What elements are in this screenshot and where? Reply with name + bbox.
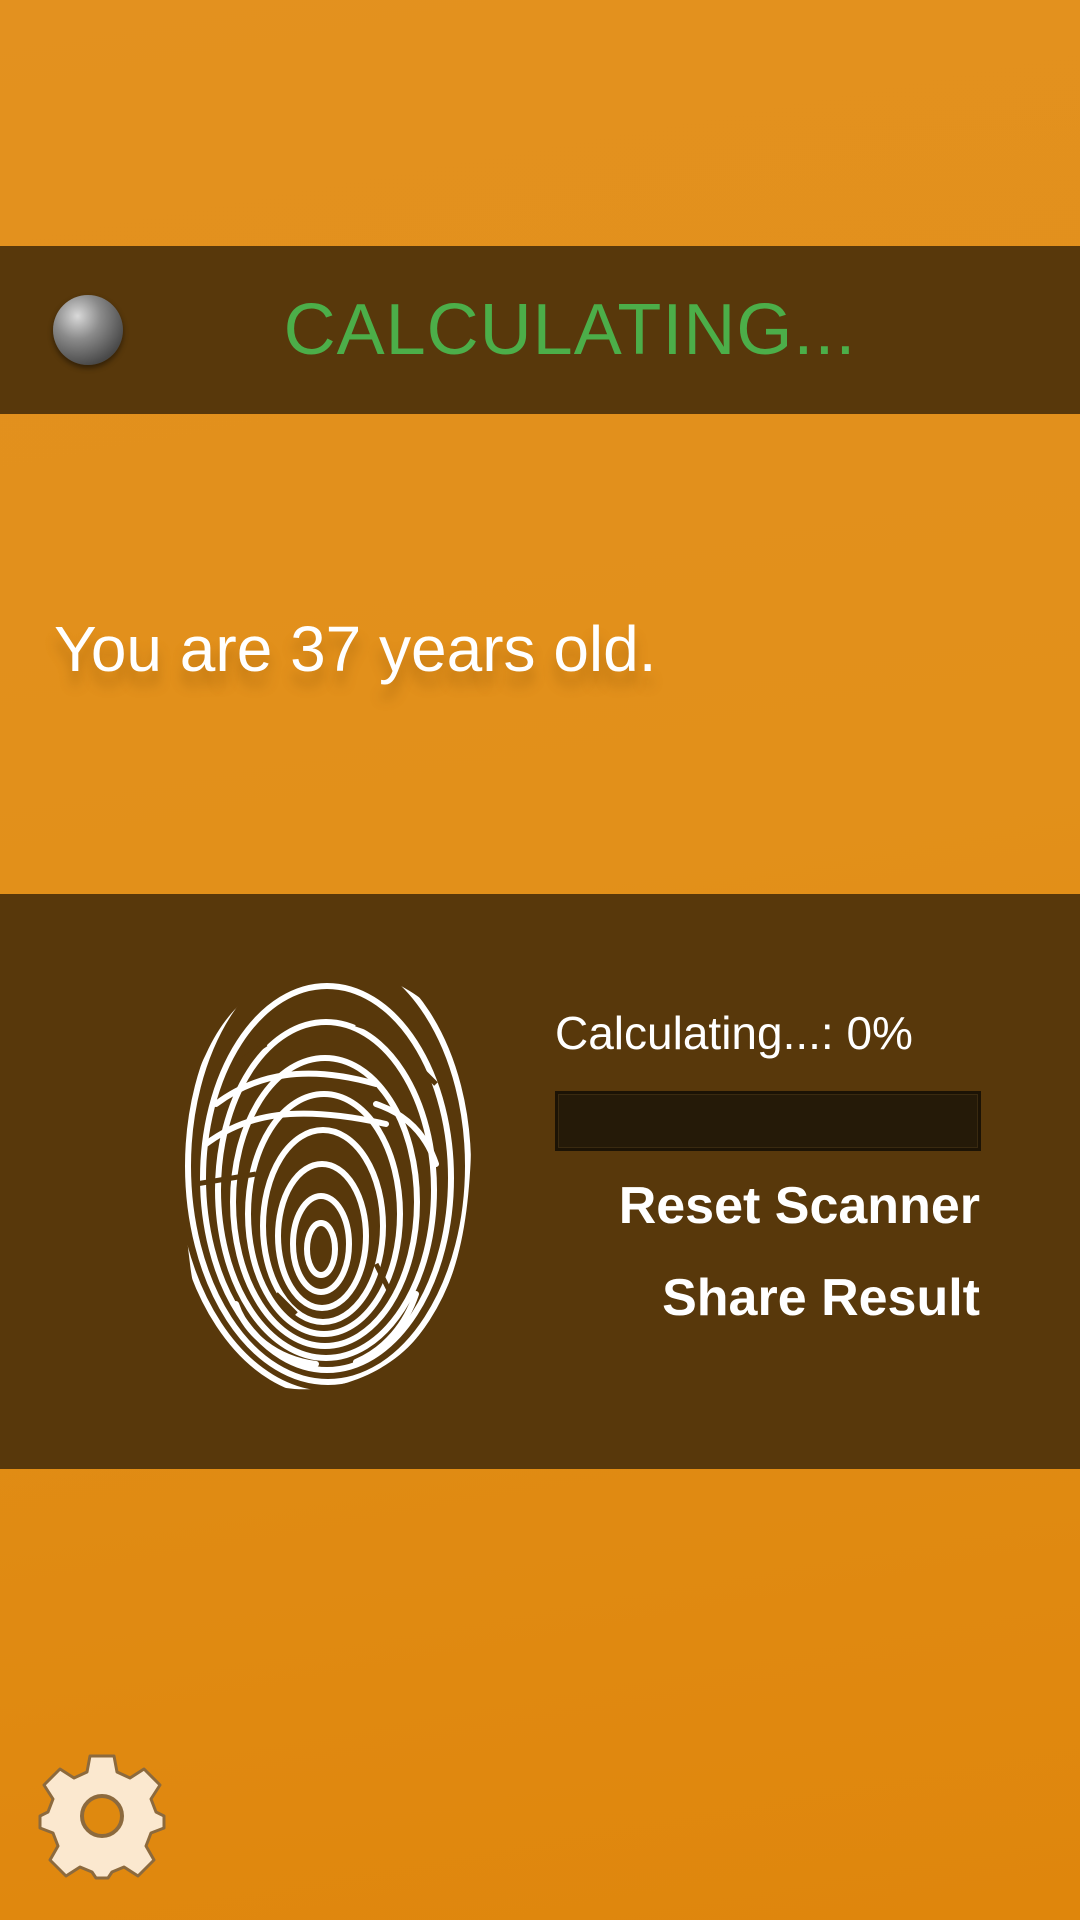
age-result-text: You are 37 years old.	[54, 613, 657, 685]
scanner-panel: Calculating...: 0% Reset Scanner Share R…	[0, 894, 1080, 1469]
fingerprint-icon[interactable]	[176, 964, 476, 1394]
status-title: CALCULATING...	[283, 290, 857, 370]
progress-label: Calculating...: 0%	[555, 1007, 913, 1059]
progress-bar	[555, 1091, 981, 1151]
status-band: CALCULATING...	[0, 246, 1080, 414]
gear-icon[interactable]	[38, 1752, 166, 1880]
reset-scanner-button[interactable]: Reset Scanner	[619, 1176, 980, 1236]
share-result-button[interactable]: Share Result	[662, 1268, 980, 1328]
status-light-icon	[53, 295, 123, 365]
